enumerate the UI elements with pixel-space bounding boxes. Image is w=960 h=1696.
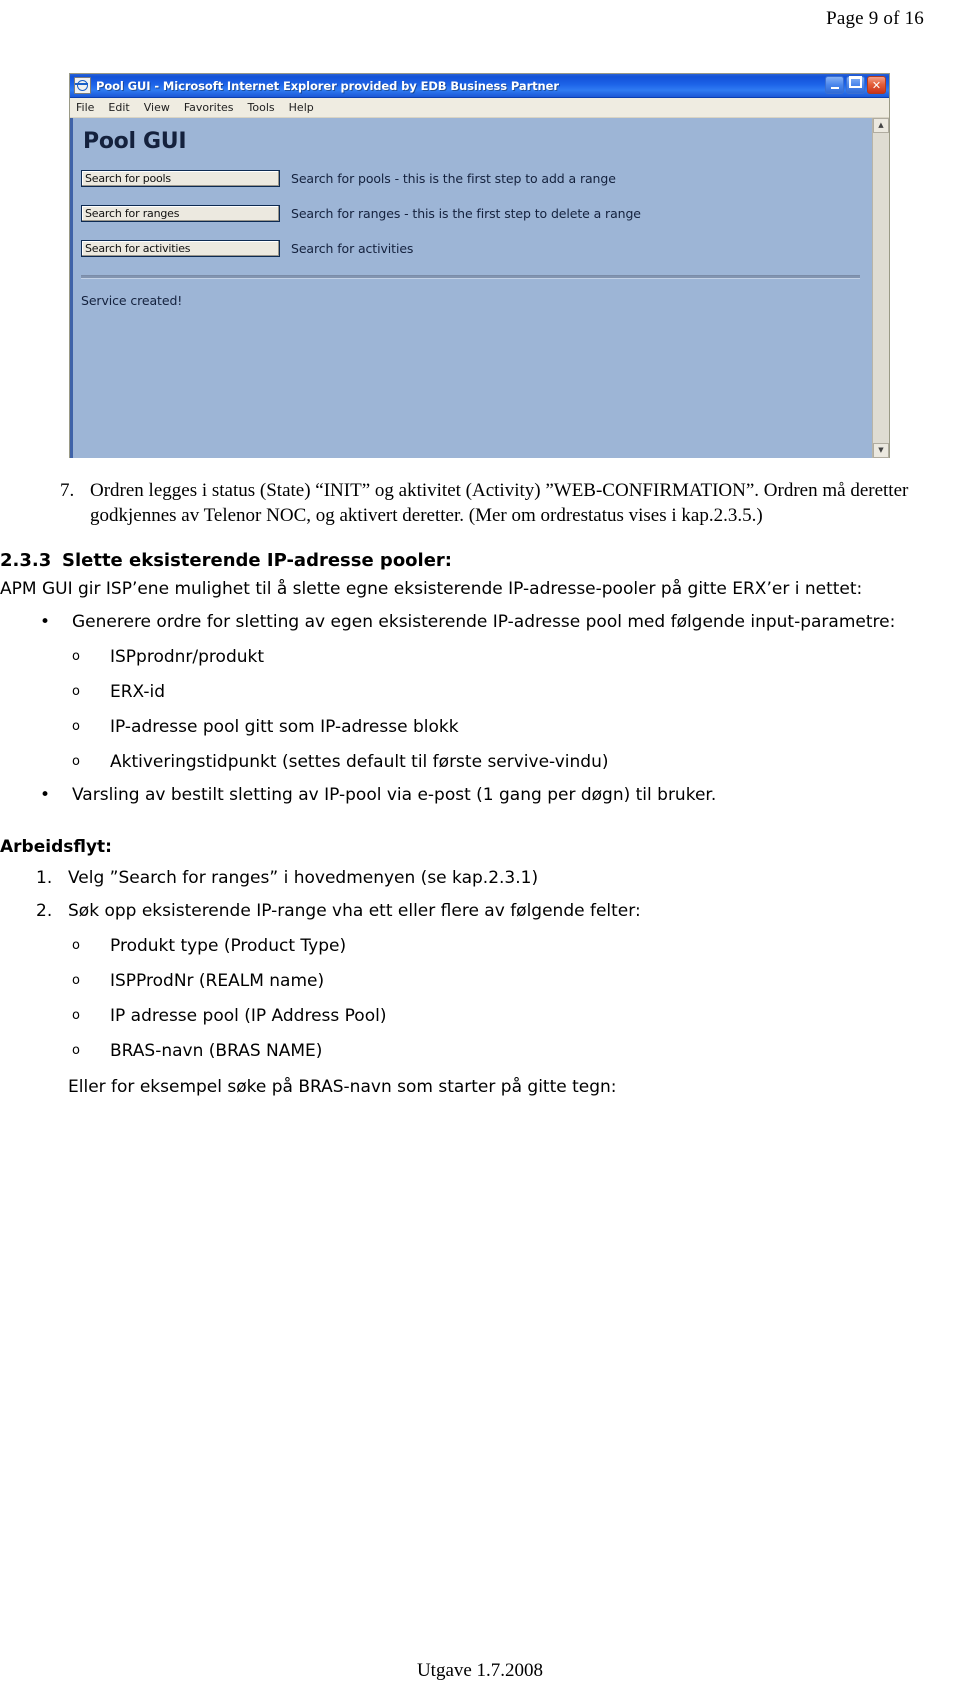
minimize-icon — [830, 87, 839, 89]
step-2-text: Søk opp eksisterende IP-range vha ett el… — [68, 901, 641, 921]
step-2-sub-bullet: o BRAS-navn (BRAS NAME) — [0, 1028, 960, 1063]
sub-bullet-item: o ISPprodnr/produkt — [0, 634, 960, 669]
menu-item-view[interactable]: View — [144, 101, 170, 114]
sub-bullet-item: o Aktiveringstidpunkt (settes default ti… — [0, 739, 960, 774]
menu-item-favorites[interactable]: Favorites — [184, 101, 234, 114]
sub-bullet-circle-icon: o — [72, 754, 80, 769]
minimize-button[interactable] — [825, 76, 844, 94]
close-button[interactable]: ✕ — [867, 76, 886, 94]
bullet-notification: • Varsling av bestilt sletting av IP-poo… — [0, 774, 960, 807]
horizontal-rule — [81, 275, 860, 279]
section-intro-paragraph: APM GUI gir ISP’ene mulighet til å slett… — [0, 579, 863, 599]
vertical-scrollbar[interactable]: ▲ ▼ — [872, 118, 889, 458]
sub-bullet-circle-icon: o — [72, 719, 80, 734]
step-2-sub-bullet: o ISPProdNr (REALM name) — [0, 958, 960, 993]
search-activities-row: Search for activities Search for activit… — [81, 240, 872, 257]
bullet-notification-text: Varsling av bestilt sletting av IP-pool … — [72, 785, 717, 805]
internet-explorer-icon — [74, 77, 91, 94]
menu-item-edit[interactable]: Edit — [108, 101, 129, 114]
section-heading: 2.3.3 Slette eksisterende IP-adresse poo… — [0, 528, 960, 571]
maximize-button[interactable] — [846, 76, 865, 94]
step-2-sub-bullet: o Produkt type (Product Type) — [0, 923, 960, 958]
bullet-dot-icon: • — [40, 785, 51, 805]
bullet-generate-order: • Generere ordre for sletting av egen ek… — [0, 601, 960, 634]
section-number: 2.3.3 — [0, 550, 52, 571]
pool-gui-heading: Pool GUI — [83, 129, 187, 154]
step-2-number: 2. — [36, 901, 53, 921]
document-body: 7. Ordren legges i status (State) “INIT”… — [0, 478, 960, 1099]
sub-bullet-text: IP-adresse pool gitt som IP-adresse blok… — [110, 717, 459, 737]
close-icon: ✕ — [871, 78, 882, 92]
page-header: Page 9 of 16 — [826, 8, 924, 29]
window-controls: ✕ — [825, 76, 886, 94]
search-for-pools-button[interactable]: Search for pools — [81, 170, 280, 187]
feature-bullet-list: • Generere ordre for sletting av egen ek… — [0, 601, 960, 807]
sub-bullet-circle-icon: o — [72, 1008, 80, 1023]
browser-menu-bar: File Edit View Favorites Tools Help — [70, 98, 889, 118]
scroll-down-icon[interactable]: ▼ — [873, 443, 889, 458]
step-2-sub-bullet: o IP adresse pool (IP Address Pool) — [0, 993, 960, 1028]
step-1-text: Velg ”Search for ranges” i hovedmenyen (… — [68, 868, 539, 888]
bullet-dot-icon: • — [40, 612, 51, 632]
sub-bullet-text: IP adresse pool (IP Address Pool) — [110, 1006, 387, 1026]
search-pools-row: Search for pools Search for pools - this… — [81, 170, 872, 187]
step-1-number: 1. — [36, 868, 53, 888]
menu-item-help[interactable]: Help — [289, 101, 314, 114]
browser-window-screenshot: Pool GUI - Microsoft Internet Explorer p… — [69, 73, 890, 458]
search-ranges-row: Search for ranges Search for ranges - th… — [81, 205, 872, 222]
sub-bullet-item: o IP-adresse pool gitt som IP-adresse bl… — [0, 704, 960, 739]
search-for-ranges-button[interactable]: Search for ranges — [81, 205, 280, 222]
sub-bullet-text: ERX-id — [110, 682, 166, 702]
menu-item-file[interactable]: File — [76, 101, 94, 114]
sub-bullet-circle-icon: o — [72, 649, 80, 664]
search-for-activities-description: Search for activities — [291, 241, 414, 256]
numbered-item-7: 7. Ordren legges i status (State) “INIT”… — [0, 478, 960, 528]
workflow-heading: Arbeidsflyt: — [0, 837, 112, 857]
search-for-ranges-description: Search for ranges - this is the first st… — [291, 206, 641, 221]
workflow-step-1: 1. Velg ”Search for ranges” i hovedmenye… — [0, 857, 960, 890]
item-7-marker: 7. — [60, 480, 75, 501]
sub-bullet-circle-icon: o — [72, 1043, 80, 1058]
bullet-generate-order-text: Generere ordre for sletting av egen eksi… — [72, 612, 896, 632]
section-title: Slette eksisterende IP-adresse pooler: — [62, 550, 453, 571]
maximize-icon — [849, 76, 862, 88]
sub-bullet-text: Aktiveringstidpunkt (settes default til … — [110, 752, 609, 772]
sub-bullet-text: Produkt type (Product Type) — [110, 936, 347, 956]
sub-bullet-text: ISPProdNr (REALM name) — [110, 971, 325, 991]
sub-bullet-circle-icon: o — [72, 684, 80, 699]
tail-note: Eller for eksempel søke på BRAS-navn som… — [68, 1077, 617, 1097]
browser-viewport: Pool GUI Search for pools Search for poo… — [70, 118, 889, 458]
workflow-step-list: 1. Velg ”Search for ranges” i hovedmenye… — [0, 857, 960, 1063]
status-message: Service created! — [81, 293, 183, 308]
sub-bullet-item: o ERX-id — [0, 669, 960, 704]
window-title: Pool GUI - Microsoft Internet Explorer p… — [96, 78, 559, 93]
sub-bullet-circle-icon: o — [72, 973, 80, 988]
scroll-up-icon[interactable]: ▲ — [873, 118, 889, 133]
item-7-text: Ordren legges i status (State) “INIT” og… — [90, 480, 909, 526]
workflow-step-2: 2. Søk opp eksisterende IP-range vha ett… — [0, 890, 960, 923]
search-for-activities-button[interactable]: Search for activities — [81, 240, 280, 257]
search-for-pools-description: Search for pools - this is the first ste… — [291, 171, 616, 186]
sub-bullet-text: BRAS-navn (BRAS NAME) — [110, 1041, 323, 1061]
pool-gui-page: Pool GUI Search for pools Search for poo… — [70, 118, 872, 458]
page-footer: Utgave 1.7.2008 — [416, 1660, 544, 1681]
sub-bullet-text: ISPprodnr/produkt — [110, 647, 265, 667]
menu-item-tools[interactable]: Tools — [248, 101, 275, 114]
browser-title-bar: Pool GUI - Microsoft Internet Explorer p… — [70, 74, 889, 98]
sub-bullet-circle-icon: o — [72, 938, 80, 953]
